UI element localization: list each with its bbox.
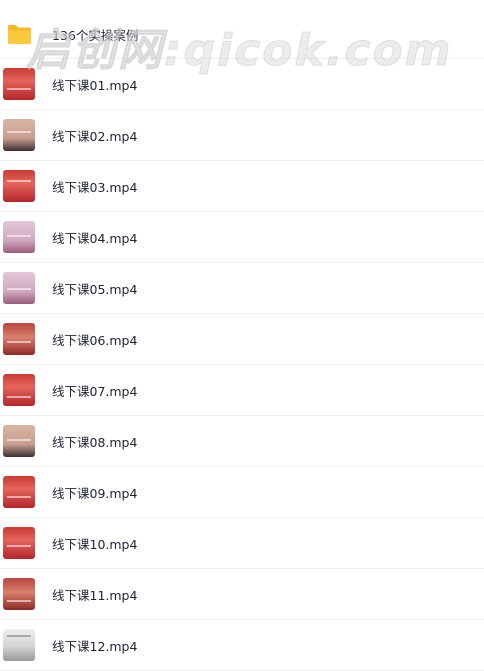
list-item[interactable]: 线下课03.mp4	[0, 161, 484, 212]
list-item-folder[interactable]: 136个实操案例	[0, 0, 484, 59]
video-thumbnail	[3, 323, 35, 355]
file-name: 线下课07.mp4	[52, 384, 138, 399]
folder-icon	[8, 25, 31, 44]
file-name: 线下课05.mp4	[52, 282, 138, 297]
file-name: 线下课02.mp4	[52, 129, 138, 144]
video-thumbnail	[3, 272, 35, 304]
video-thumbnail	[3, 68, 35, 100]
video-thumbnail	[3, 629, 35, 661]
file-name: 线下课09.mp4	[52, 486, 138, 501]
list-item[interactable]: 线下课12.mp4	[0, 620, 484, 671]
list-item[interactable]: 线下课08.mp4	[0, 416, 484, 467]
video-thumbnail	[3, 527, 35, 559]
list-item[interactable]: 线下课04.mp4	[0, 212, 484, 263]
video-thumbnail	[3, 578, 35, 610]
list-item[interactable]: 线下课11.mp4	[0, 569, 484, 620]
folder-name: 136个实操案例	[52, 28, 139, 43]
file-name: 线下课06.mp4	[52, 333, 138, 348]
file-list: 136个实操案例 线下课01.mp4 线下课02.mp4 线下课03.mp4 线…	[0, 0, 484, 671]
video-thumbnail	[3, 374, 35, 406]
file-name: 线下课10.mp4	[52, 537, 138, 552]
list-item[interactable]: 线下课01.mp4	[0, 59, 484, 110]
list-item[interactable]: 线下课09.mp4	[0, 467, 484, 518]
list-item[interactable]: 线下课06.mp4	[0, 314, 484, 365]
list-item[interactable]: 线下课07.mp4	[0, 365, 484, 416]
file-name: 线下课11.mp4	[52, 588, 138, 603]
file-name: 线下课03.mp4	[52, 180, 138, 195]
video-thumbnail	[3, 425, 35, 457]
video-thumbnail	[3, 221, 35, 253]
list-item[interactable]: 线下课02.mp4	[0, 110, 484, 161]
file-name: 线下课08.mp4	[52, 435, 138, 450]
video-thumbnail	[3, 119, 35, 151]
video-thumbnail	[3, 476, 35, 508]
list-item[interactable]: 线下课05.mp4	[0, 263, 484, 314]
list-item[interactable]: 线下课10.mp4	[0, 518, 484, 569]
file-name: 线下课04.mp4	[52, 231, 138, 246]
video-thumbnail	[3, 170, 35, 202]
file-name: 线下课01.mp4	[52, 78, 138, 93]
file-name: 线下课12.mp4	[52, 639, 138, 654]
